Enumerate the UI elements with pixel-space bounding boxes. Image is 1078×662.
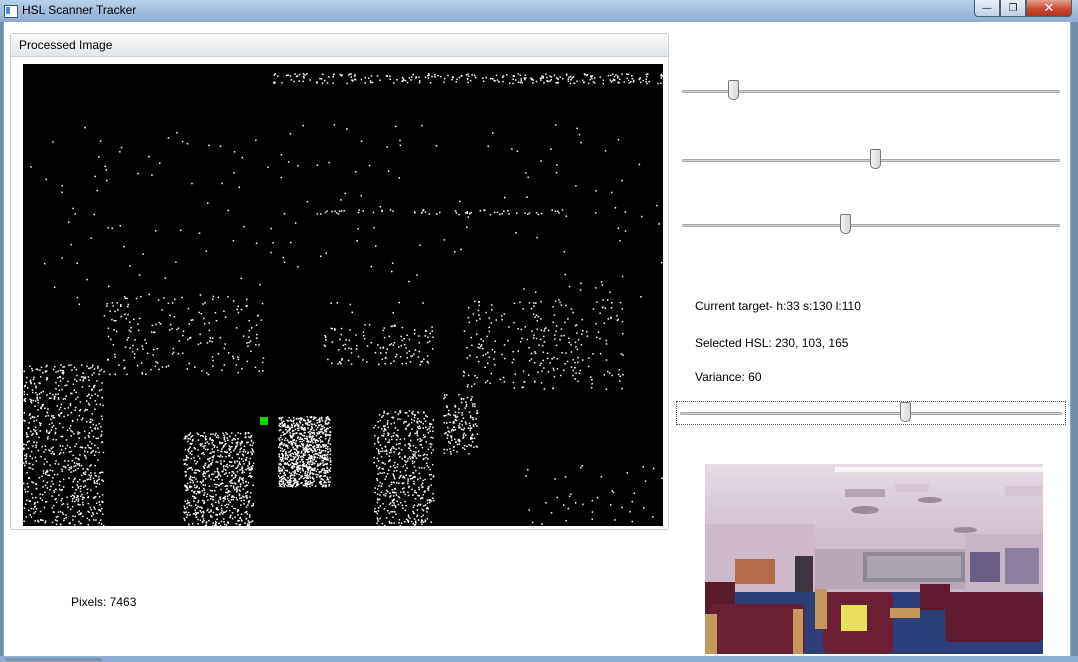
close-button[interactable]: ✕ — [1026, 0, 1072, 17]
variance-slider-track — [680, 412, 1062, 415]
camera-preview[interactable] — [705, 464, 1043, 654]
processed-image-header: Processed Image — [11, 34, 668, 57]
hue-slider-thumb[interactable] — [728, 80, 740, 100]
maximize-button[interactable]: ❐ — [1000, 0, 1026, 17]
threshold-mask — [23, 73, 663, 526]
target-marker — [260, 417, 268, 425]
variance-slider[interactable] — [676, 401, 1066, 425]
saturation-slider[interactable] — [679, 149, 1063, 173]
title-bar: HSL Scanner Tracker — ❐ ✕ — [0, 0, 1078, 22]
lightness-slider-thumb[interactable] — [839, 214, 851, 234]
variance-slider-thumb[interactable] — [899, 402, 911, 422]
lightness-slider-track — [682, 224, 1060, 227]
lightness-slider[interactable] — [679, 214, 1063, 238]
hue-slider[interactable] — [679, 80, 1063, 104]
camera-photo — [705, 464, 1043, 654]
minimize-button[interactable]: — — [974, 0, 1000, 17]
current-target-label: Current target- h:33 s:130 l:110 — [695, 299, 861, 313]
saturation-slider-thumb[interactable] — [869, 149, 881, 169]
app-icon — [4, 5, 18, 18]
processed-image[interactable] — [23, 64, 663, 526]
variance-label: Variance: 60 — [695, 370, 762, 384]
selected-hsl-label: Selected HSL: 230, 103, 165 — [695, 336, 849, 350]
processed-image-group: Processed Image — [10, 33, 669, 530]
pixel-count: Pixels: 7463 — [71, 595, 137, 609]
window-title: HSL Scanner Tracker — [22, 3, 137, 17]
window-bottom-frame — [0, 656, 1078, 662]
